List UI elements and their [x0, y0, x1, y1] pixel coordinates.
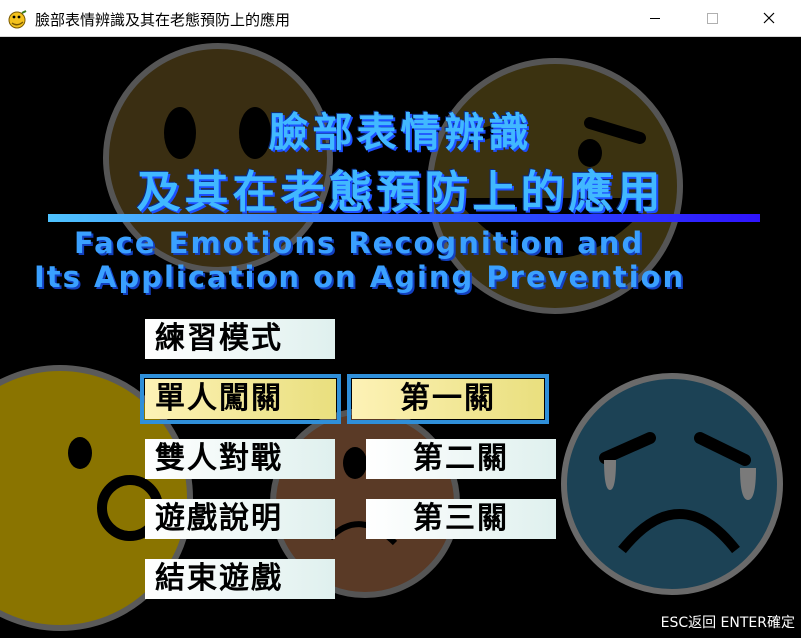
window-title-bar[interactable]: 臉部表情辨識及其在老態預防上的應用 [0, 0, 801, 37]
menu-stage-2[interactable]: 第二關 [366, 439, 556, 479]
minimize-icon [650, 18, 660, 19]
title-english-line1: Face Emotions Recognition and [74, 226, 645, 260]
key-hint: ESC返回 ENTER確定 [660, 615, 795, 631]
window-title: 臉部表情辨識及其在老態預防上的應用 [35, 11, 291, 29]
title-chinese-line2: 及其在老態預防上的應用 [136, 167, 665, 218]
maximize-icon [707, 13, 718, 24]
menu-stage-1[interactable]: 第一關 [352, 379, 544, 419]
menu-single-challenge[interactable]: 單人闖關 [145, 379, 336, 419]
menu-game-instructions[interactable]: 遊戲說明 [145, 499, 335, 539]
minimize-button[interactable] [632, 0, 678, 37]
close-button[interactable] [746, 0, 792, 37]
crying-face-icon [561, 373, 783, 595]
close-icon [763, 12, 775, 24]
menu-practice-mode[interactable]: 練習模式 [145, 319, 335, 359]
title-divider [48, 214, 760, 222]
title-english-line2: Its Application on Aging Prevention [34, 260, 686, 294]
menu-exit-game[interactable]: 結束遊戲 [145, 559, 335, 599]
menu-two-player-battle[interactable]: 雙人對戰 [145, 439, 335, 479]
maximize-button[interactable] [689, 0, 735, 37]
menu-stage-3[interactable]: 第三關 [366, 499, 556, 539]
title-chinese-line1: 臉部表情辨識 [268, 110, 533, 156]
game-canvas[interactable]: 臉部表情辨識 及其在老態預防上的應用 Face Emotions Recogni… [0, 38, 801, 638]
python-snake-icon [8, 10, 27, 29]
